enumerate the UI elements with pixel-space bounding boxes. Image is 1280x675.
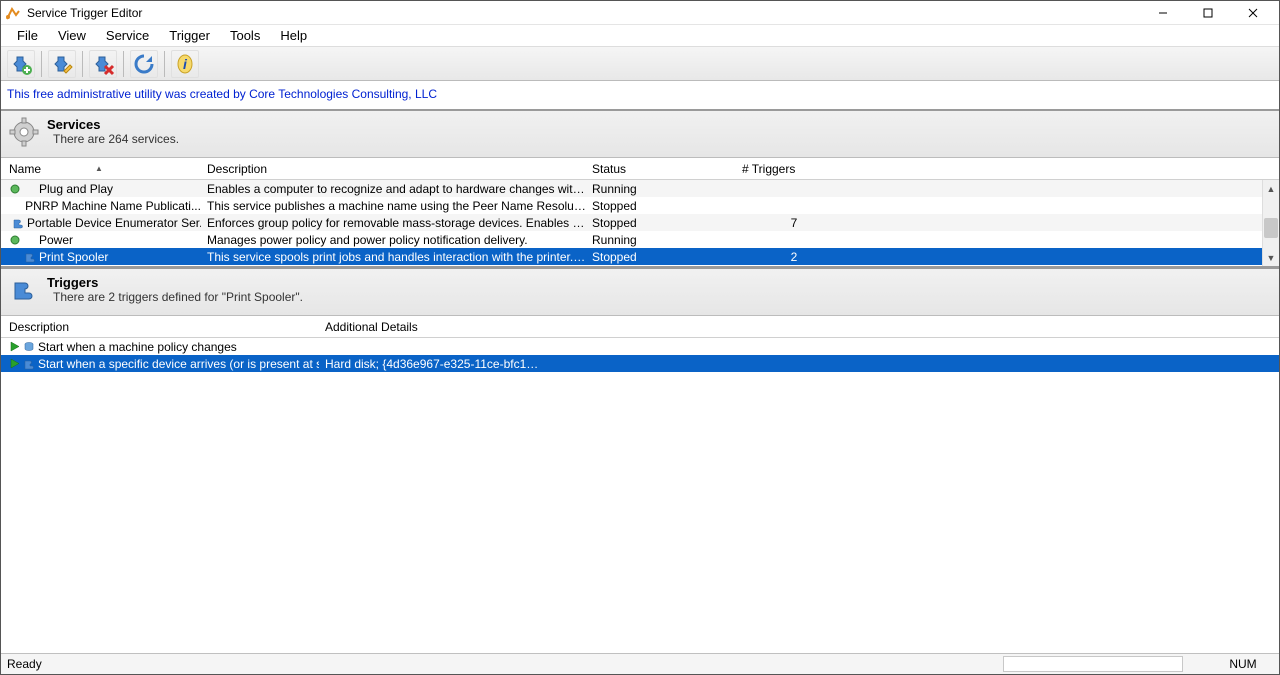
trigger-row[interactable]: Start when a machine policy changes: [1, 338, 1279, 355]
service-row[interactable]: Power Manages power policy and power poli…: [1, 231, 1279, 248]
gear-icon: [9, 117, 39, 147]
service-description: This service spools print jobs and handl…: [201, 250, 586, 264]
services-pane-header: Services There are 264 services.: [1, 111, 1279, 158]
minimize-button[interactable]: [1140, 2, 1185, 24]
triggers-subtitle: There are 2 triggers defined for "Print …: [53, 290, 303, 304]
menu-file[interactable]: File: [7, 26, 48, 45]
running-icon: [9, 200, 14, 212]
trigger-icon: [17, 200, 22, 212]
service-name: PNRP Machine Name Publicati...: [25, 199, 201, 213]
status-text: Ready: [7, 657, 42, 671]
service-trigger-count: 7: [736, 216, 846, 230]
menu-tools[interactable]: Tools: [220, 26, 270, 45]
play-icon: [9, 358, 20, 369]
service-row[interactable]: PNRP Machine Name Publicati...This servi…: [1, 197, 1279, 214]
trigger-icon: [12, 217, 24, 229]
column-description[interactable]: Description: [1, 320, 319, 334]
toolbar: i: [1, 47, 1279, 81]
scroll-down-icon[interactable]: ▼: [1263, 249, 1280, 266]
service-description: Enforces group policy for removable mass…: [201, 216, 586, 230]
triggers-title: Triggers: [47, 275, 303, 290]
service-status: Stopped: [586, 199, 736, 213]
close-button[interactable]: [1230, 2, 1275, 24]
scroll-thumb[interactable]: [1264, 218, 1278, 238]
service-status: Running: [586, 182, 736, 196]
service-trigger-count: 2: [736, 250, 846, 264]
scroll-up-icon[interactable]: ▲: [1263, 180, 1280, 197]
status-well: [1003, 656, 1183, 672]
numlock-indicator: NUM: [1213, 657, 1273, 671]
titlebar: Service Trigger Editor: [1, 1, 1279, 25]
services-list: Plug and Play Enables a computer to recog…: [1, 180, 1279, 266]
service-row[interactable]: Portable Device Enumerator Ser...Enforce…: [1, 214, 1279, 231]
play-icon: [9, 341, 20, 352]
service-name: Portable Device Enumerator Ser...: [27, 216, 201, 230]
services-title: Services: [47, 117, 179, 132]
service-status: Running: [586, 233, 736, 247]
window-controls: [1140, 1, 1275, 25]
menu-view[interactable]: View: [48, 26, 96, 45]
service-status: Stopped: [586, 250, 736, 264]
menu-help[interactable]: Help: [270, 26, 317, 45]
trigger-description: Start when a specific device arrives (or…: [38, 357, 319, 371]
column-name[interactable]: Name▲: [1, 162, 201, 176]
sort-ascending-icon: ▲: [95, 164, 103, 173]
window-title: Service Trigger Editor: [27, 6, 1140, 20]
running-icon: [9, 183, 21, 195]
service-name: Power: [39, 233, 73, 247]
trigger-icon: [24, 234, 36, 246]
delete-trigger-button[interactable]: [89, 50, 117, 78]
service-description: This service publishes a machine name us…: [201, 199, 586, 213]
app-icon: [5, 5, 21, 21]
services-scrollbar[interactable]: ▲ ▼: [1262, 180, 1279, 266]
toolbar-separator: [82, 51, 83, 77]
service-name: Plug and Play: [39, 182, 113, 196]
column-additional-details[interactable]: Additional Details: [319, 320, 539, 334]
column-description[interactable]: Description: [201, 162, 586, 176]
service-row[interactable]: Print Spooler This service spools print j…: [1, 248, 1279, 265]
running-icon: [9, 234, 21, 246]
trigger-description: Start when a machine policy changes: [38, 340, 237, 354]
triggers-column-header: Description Additional Details: [1, 316, 1279, 338]
statusbar: Ready NUM: [1, 653, 1279, 674]
app-window: Service Trigger Editor File View Service…: [0, 0, 1280, 675]
about-button[interactable]: i: [171, 50, 199, 78]
maximize-button[interactable]: [1185, 2, 1230, 24]
add-trigger-button[interactable]: [7, 50, 35, 78]
trigger-type-icon: [23, 358, 35, 370]
service-row[interactable]: Plug and Play Enables a computer to recog…: [1, 180, 1279, 197]
services-subtitle: There are 264 services.: [53, 132, 179, 146]
menubar: File View Service Trigger Tools Help: [1, 25, 1279, 47]
menu-trigger[interactable]: Trigger: [159, 26, 220, 45]
trigger-icon: [24, 251, 36, 263]
trigger-details: Hard disk; {4d36e967-e325-11ce-bfc1-0800…: [319, 357, 539, 371]
service-description: Manages power policy and power policy no…: [201, 233, 586, 247]
toolbar-separator: [123, 51, 124, 77]
credit-link[interactable]: This free administrative utility was cre…: [1, 81, 1279, 111]
refresh-button[interactable]: [130, 50, 158, 78]
edit-trigger-button[interactable]: [48, 50, 76, 78]
trigger-type-icon: [23, 341, 35, 353]
trigger-icon: [24, 183, 36, 195]
service-status: Stopped: [586, 216, 736, 230]
service-name: Print Spooler: [39, 250, 108, 264]
menu-service[interactable]: Service: [96, 26, 159, 45]
triggers-list: Start when a machine policy changes Start…: [1, 338, 1279, 653]
toolbar-separator: [41, 51, 42, 77]
service-description: Enables a computer to recognize and adap…: [201, 182, 586, 196]
toolbar-separator: [164, 51, 165, 77]
trigger-row[interactable]: Start when a specific device arrives (or…: [1, 355, 1279, 372]
column-triggers[interactable]: # Triggers: [736, 162, 846, 176]
services-column-header: Name▲ Description Status # Triggers: [1, 158, 1279, 180]
puzzle-icon: [9, 275, 39, 305]
running-icon: [9, 251, 21, 263]
column-status[interactable]: Status: [586, 162, 736, 176]
triggers-pane-header: Triggers There are 2 triggers defined fo…: [1, 269, 1279, 316]
